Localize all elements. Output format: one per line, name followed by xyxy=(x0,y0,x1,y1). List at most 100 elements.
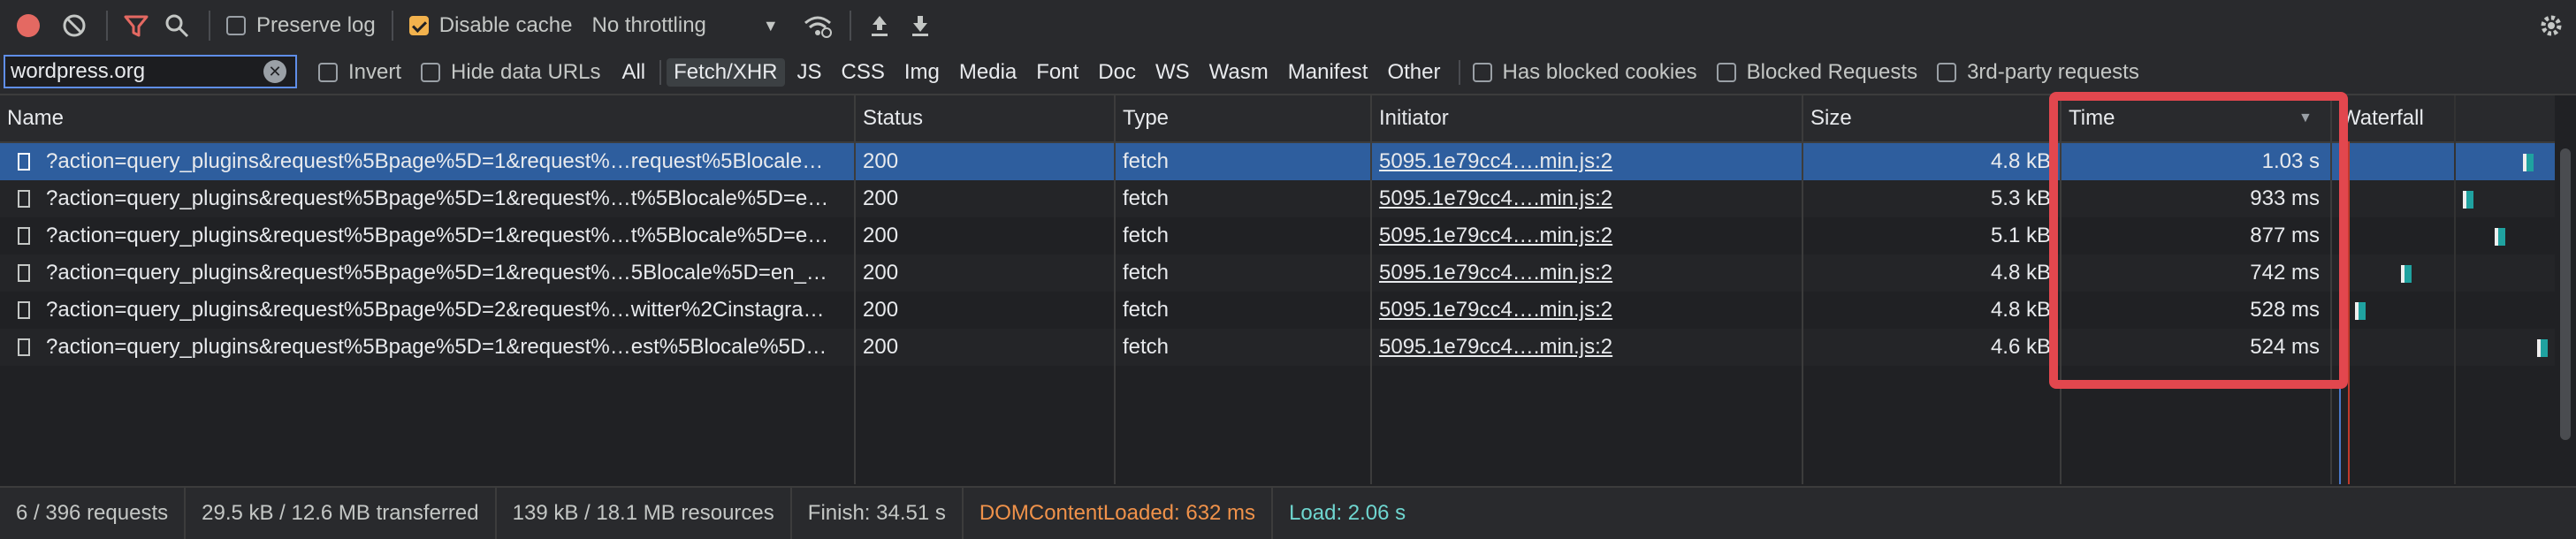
column-divider[interactable] xyxy=(1370,95,1372,484)
cell-initiator[interactable]: 5095.1e79cc4….min.js:2 xyxy=(1379,254,1795,292)
hide-data-urls-checkbox[interactable]: Hide data URLs xyxy=(421,60,600,85)
cell-size: 4.6 kB xyxy=(1990,335,2051,359)
filter-field[interactable]: ✕ xyxy=(4,55,297,88)
column-header-initiator[interactable]: Initiator xyxy=(1372,95,1449,141)
column-header-status[interactable]: Status xyxy=(856,95,923,141)
cell-time: 528 ms xyxy=(2250,298,2320,322)
cell-type: fetch xyxy=(1123,335,1170,359)
column-divider[interactable] xyxy=(854,95,856,484)
cell-status: 200 xyxy=(863,149,899,173)
preserve-log-label: Preserve log xyxy=(256,13,376,37)
waterfall-download-bar xyxy=(2466,191,2473,209)
column-divider[interactable] xyxy=(1802,95,1803,484)
cell-status: 200 xyxy=(863,224,899,247)
cell-status: 200 xyxy=(863,261,899,285)
type-filter-wasm[interactable]: Wasm xyxy=(1202,58,1276,87)
load-marker xyxy=(2348,141,2350,484)
type-divider xyxy=(659,60,662,85)
cell-time: 933 ms xyxy=(2250,186,2320,210)
export-har-icon[interactable] xyxy=(904,10,936,42)
column-header-name[interactable]: Name xyxy=(0,95,64,141)
table-row[interactable]: ?action=query_plugins&request%5Bpage%5D=… xyxy=(0,329,2555,366)
column-header-waterfall[interactable]: Waterfall xyxy=(2334,95,2424,141)
throttling-value: No throttling xyxy=(591,13,706,37)
column-header-time[interactable]: Time xyxy=(2062,95,2115,141)
type-filter-media[interactable]: Media xyxy=(952,58,1024,87)
type-filter-other[interactable]: Other xyxy=(1380,58,1447,87)
type-filter-img[interactable]: Img xyxy=(897,58,947,87)
checkbox-box[interactable] xyxy=(1472,63,1492,82)
file-icon xyxy=(18,338,30,356)
table-row[interactable]: ?action=query_plugins&request%5Bpage%5D=… xyxy=(0,180,2555,217)
blocked-requests-checkbox[interactable]: Blocked Requests xyxy=(1716,60,1917,85)
gear-icon[interactable] xyxy=(2535,10,2567,42)
throttling-select[interactable]: No throttling ▼ xyxy=(591,13,778,38)
cell-initiator[interactable]: 5095.1e79cc4….min.js:2 xyxy=(1379,292,1795,329)
type-filter-all[interactable]: All xyxy=(614,58,652,87)
clear-filter-icon[interactable]: ✕ xyxy=(263,60,286,83)
cell-time: 524 ms xyxy=(2250,335,2320,359)
resources-size: 139 kB / 18.1 MB resources xyxy=(497,488,792,539)
dom-content-loaded-marker xyxy=(2339,141,2341,484)
checkbox-box[interactable] xyxy=(226,16,246,35)
table-header: Name Status Type Initiator Size Time ▼ W… xyxy=(0,95,2555,143)
type-filter-ws[interactable]: WS xyxy=(1148,58,1197,87)
table-row[interactable]: ?action=query_plugins&request%5Bpage%5D=… xyxy=(0,292,2555,329)
import-har-icon[interactable] xyxy=(864,10,896,42)
column-divider[interactable] xyxy=(1114,95,1116,484)
cell-name: ?action=query_plugins&request%5Bpage%5D=… xyxy=(46,298,825,322)
search-icon[interactable] xyxy=(161,10,193,42)
column-header-type[interactable]: Type xyxy=(1116,95,1169,141)
column-header-size[interactable]: Size xyxy=(1803,95,1852,141)
invert-checkbox[interactable]: Invert xyxy=(318,60,401,85)
type-filter-js[interactable]: JS xyxy=(790,58,829,87)
network-conditions-icon[interactable] xyxy=(802,10,834,42)
requests-table: Name Status Type Initiator Size Time ▼ W… xyxy=(0,95,2555,484)
type-filter-manifest[interactable]: Manifest xyxy=(1281,58,1376,87)
disable-cache-checkbox[interactable]: Disable cache xyxy=(408,13,573,38)
cell-initiator[interactable]: 5095.1e79cc4….min.js:2 xyxy=(1379,180,1795,217)
toolbar-divider xyxy=(849,11,851,41)
checkbox-box[interactable] xyxy=(1716,63,1736,82)
scroll-thumb[interactable] xyxy=(2560,148,2571,440)
file-icon xyxy=(18,153,30,171)
cell-name: ?action=query_plugins&request%5Bpage%5D=… xyxy=(46,261,827,285)
column-divider[interactable] xyxy=(2330,95,2332,484)
cell-type: fetch xyxy=(1123,298,1170,322)
toolbar-divider xyxy=(391,11,393,41)
cell-type: fetch xyxy=(1123,186,1170,210)
type-filter-font[interactable]: Font xyxy=(1029,58,1086,87)
preserve-log-checkbox[interactable]: Preserve log xyxy=(226,13,376,38)
type-filter-fetch-xhr[interactable]: Fetch/XHR xyxy=(667,58,785,87)
checkbox-box-checked[interactable] xyxy=(408,16,429,35)
cell-initiator[interactable]: 5095.1e79cc4….min.js:2 xyxy=(1379,217,1795,254)
toolbar-divider xyxy=(209,11,210,41)
has-blocked-cookies-checkbox[interactable]: Has blocked cookies xyxy=(1472,60,1697,85)
clear-icon[interactable] xyxy=(58,10,90,42)
waterfall-gridline xyxy=(2454,95,2456,484)
file-icon xyxy=(18,227,30,245)
cell-size: 4.8 kB xyxy=(1990,149,2051,173)
type-filter-doc[interactable]: Doc xyxy=(1091,58,1143,87)
cell-name: ?action=query_plugins&request%5Bpage%5D=… xyxy=(46,224,829,247)
record-stop-icon[interactable] xyxy=(12,10,44,42)
table-row[interactable]: ?action=query_plugins&request%5Bpage%5D=… xyxy=(0,143,2555,180)
filter-input[interactable] xyxy=(5,58,260,85)
type-filter-css[interactable]: CSS xyxy=(835,58,892,87)
table-row[interactable]: ?action=query_plugins&request%5Bpage%5D=… xyxy=(0,217,2555,254)
request-count: 6 / 396 requests xyxy=(0,488,187,539)
scrollbar[interactable] xyxy=(2555,95,2574,484)
table-row[interactable]: ?action=query_plugins&request%5Bpage%5D=… xyxy=(0,254,2555,292)
third-party-requests-checkbox[interactable]: 3rd-party requests xyxy=(1937,60,2139,85)
column-divider[interactable] xyxy=(2060,95,2062,484)
cell-initiator[interactable]: 5095.1e79cc4….min.js:2 xyxy=(1379,143,1795,180)
checkbox-box[interactable] xyxy=(421,63,441,82)
checkbox-box[interactable] xyxy=(318,63,338,82)
cell-status: 200 xyxy=(863,298,899,322)
filter-icon[interactable] xyxy=(120,10,152,42)
checkbox-box[interactable] xyxy=(1937,63,1957,82)
disable-cache-label: Disable cache xyxy=(438,13,573,37)
cell-type: fetch xyxy=(1123,261,1170,285)
cell-initiator[interactable]: 5095.1e79cc4….min.js:2 xyxy=(1379,329,1795,366)
cell-name: ?action=query_plugins&request%5Bpage%5D=… xyxy=(46,149,824,173)
